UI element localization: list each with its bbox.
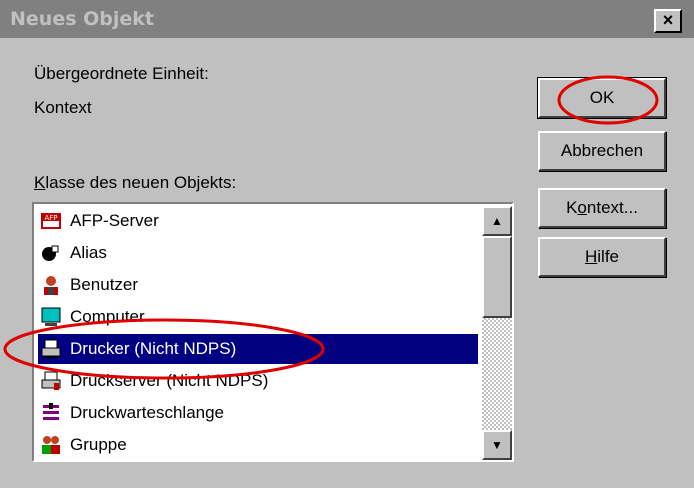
list-item-label: Computer bbox=[70, 307, 145, 326]
print-server-icon bbox=[40, 370, 62, 392]
context-button[interactable]: Kontext... bbox=[538, 188, 666, 228]
group-icon bbox=[40, 434, 62, 456]
print-queue-icon bbox=[40, 402, 62, 424]
help-label-accel: H bbox=[584, 247, 598, 266]
list-item[interactable]: Druckwarteschlange bbox=[38, 398, 478, 428]
context-label-b: ntext... bbox=[586, 198, 638, 217]
parent-unit-value: Kontext bbox=[34, 98, 92, 117]
list-item-label: AFP-Server bbox=[70, 211, 159, 230]
alias-icon bbox=[40, 242, 62, 264]
help-button[interactable]: Hilfe bbox=[538, 237, 666, 277]
list-item[interactable]: AFP AFP-Server bbox=[38, 206, 478, 236]
list-item[interactable]: Computer bbox=[38, 302, 478, 332]
user-icon bbox=[40, 274, 62, 296]
list-item[interactable]: Drucker (Nicht NDPS) bbox=[38, 334, 478, 364]
list-item-label: Druckwarteschlange bbox=[70, 403, 225, 422]
scroll-down-button[interactable]: ▼ bbox=[482, 430, 512, 460]
list-item[interactable]: Benutzer bbox=[38, 270, 478, 300]
window-title: Neues Objekt bbox=[10, 8, 154, 30]
list-item-label: Benutzer bbox=[70, 275, 139, 294]
list-item[interactable]: Alias bbox=[38, 238, 478, 268]
close-button[interactable]: × bbox=[654, 9, 682, 33]
class-list-label: Klasse des neuen Objekts: bbox=[34, 173, 236, 193]
printer-icon bbox=[40, 338, 62, 360]
class-listbox[interactable]: AFP AFP-Server Alias Benutzer Computer Drucke… bbox=[32, 202, 514, 462]
cancel-button[interactable]: Abbrechen bbox=[538, 131, 666, 171]
computer-icon bbox=[40, 306, 62, 328]
list-item-label: Druckserver (Nicht NDPS) bbox=[70, 371, 269, 390]
scroll-thumb[interactable] bbox=[482, 236, 512, 318]
afp-server-icon: AFP bbox=[40, 210, 62, 232]
title-bar[interactable]: Neues Objekt × bbox=[0, 0, 694, 38]
parent-unit-label: Übergeordnete Einheit: bbox=[34, 64, 209, 83]
svg-text:AFP: AFP bbox=[44, 214, 57, 222]
help-label-b: ilfe bbox=[597, 247, 619, 266]
class-list-label-text: lasse des neuen Objekts: bbox=[45, 173, 237, 192]
list-item-label: Gruppe bbox=[70, 435, 127, 454]
list-item-label: Alias bbox=[70, 243, 107, 262]
list-item-label: Drucker (Nicht NDPS) bbox=[68, 334, 239, 364]
class-list-label-accel: K bbox=[34, 173, 46, 192]
scroll-up-button[interactable]: ▲ bbox=[482, 206, 512, 236]
context-label-accel: o bbox=[577, 198, 587, 217]
ok-button[interactable]: OK bbox=[537, 77, 667, 119]
context-label-a: K bbox=[566, 198, 578, 217]
list-item[interactable]: Druckserver (Nicht NDPS) bbox=[38, 366, 478, 396]
list-scrollbar[interactable]: ▲ ▼ bbox=[482, 206, 512, 460]
list-item[interactable]: Gruppe bbox=[38, 430, 478, 460]
